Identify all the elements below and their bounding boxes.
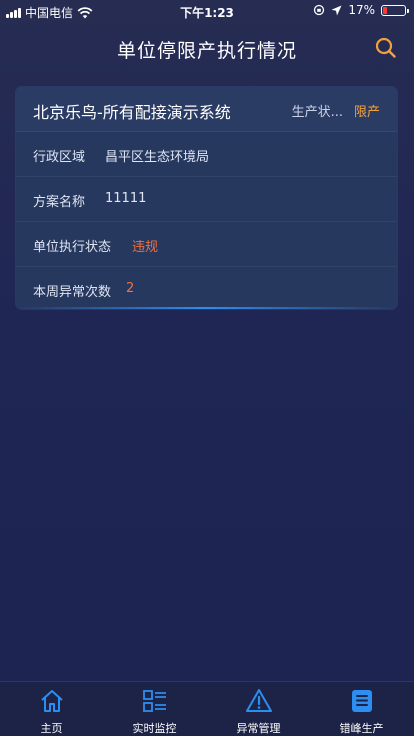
plan-value: 11111 — [105, 191, 147, 206]
region-label: 行政区域 — [33, 150, 86, 165]
battery-icon — [381, 4, 409, 16]
tab-off-peak-production[interactable]: 错峰生产 — [310, 682, 413, 736]
search-button[interactable] — [374, 36, 398, 60]
battery-percent: 17% — [348, 3, 375, 17]
region-value: 昌平区生态环境局 — [105, 150, 210, 165]
production-status-value: 限产 — [353, 105, 380, 120]
card-header: 北京乐鸟-所有配接演示系统 生产状... 限产 — [16, 87, 397, 132]
abnormal-count-value: 2 — [126, 281, 135, 296]
tab-realtime-monitor-label: 实时监控 — [132, 722, 177, 735]
search-icon — [375, 37, 396, 58]
production-status-label: 生产状... — [291, 105, 343, 120]
battery-level — [383, 6, 387, 14]
row-execution-state: 单位执行状态 违规 — [16, 222, 397, 267]
row-abnormal-count: 本周异常次数 2 — [16, 267, 397, 309]
home-icon — [41, 690, 63, 712]
tab-home-label: 主页 — [40, 722, 63, 735]
document-icon — [352, 690, 372, 712]
unit-name: 北京乐鸟-所有配接演示系统 — [33, 103, 231, 122]
rotation-lock-icon — [314, 4, 325, 16]
location-icon — [331, 5, 342, 15]
tab-abnormal-management-label: 异常管理 — [236, 722, 281, 735]
tab-home[interactable]: 主页 — [0, 682, 103, 736]
tab-abnormal-management[interactable]: 异常管理 — [207, 682, 310, 736]
row-plan: 方案名称 11111 — [16, 177, 397, 222]
execution-state-value: 违规 — [132, 240, 159, 255]
page-title: 单位停限产执行情况 — [116, 40, 297, 62]
status-right: 17% — [313, 3, 409, 17]
header: 单位停限产执行情况 — [0, 22, 414, 74]
status-bar: 中国电信 下午1:23 17% — [0, 0, 414, 22]
warning-icon — [246, 689, 272, 712]
execution-state-label: 单位执行状态 — [33, 240, 112, 255]
unit-card[interactable]: 北京乐鸟-所有配接演示系统 生产状... 限产 行政区域 昌平区生态环境局 方案… — [16, 87, 397, 309]
list-grid-icon — [143, 690, 166, 712]
plan-label: 方案名称 — [33, 195, 86, 210]
tab-bar: 主页 实时监控 异常管理 错峰生产 — [0, 681, 414, 736]
row-region: 行政区域 昌平区生态环境局 — [16, 132, 397, 177]
abnormal-count-label: 本周异常次数 — [33, 285, 112, 300]
tab-off-peak-production-label: 错峰生产 — [339, 722, 384, 735]
tab-realtime-monitor[interactable]: 实时监控 — [103, 682, 206, 736]
